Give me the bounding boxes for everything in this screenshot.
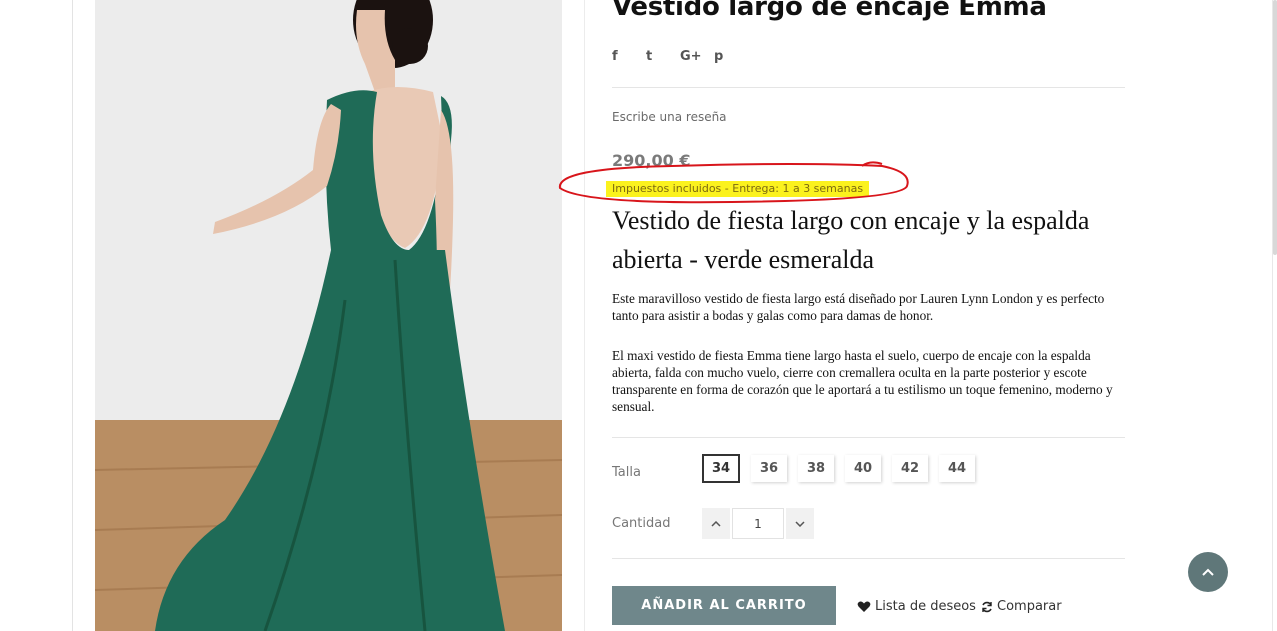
google-plus-icon[interactable]: G+ [680,49,714,64]
divider [612,87,1125,88]
divider [612,437,1125,438]
quantity-decrease-button[interactable] [786,508,814,539]
write-review-link[interactable]: Escribe una reseña [612,110,727,124]
chevron-up-icon [711,520,721,527]
compare-label: Comparar [997,599,1062,614]
size-option-42[interactable]: 42 [892,455,928,482]
wishlist-link[interactable]: Lista de deseos [857,599,976,614]
quantity-stepper [702,508,814,540]
add-to-cart-button[interactable]: AÑADIR AL CARRITO [612,586,836,625]
compare-link[interactable]: Comparar [981,599,1062,614]
size-label: Talla [612,465,641,480]
chevron-up-icon [1202,568,1214,576]
size-option-44[interactable]: 44 [939,455,975,482]
page-frame-left [72,0,73,631]
facebook-icon[interactable]: f [612,49,646,64]
size-option-40[interactable]: 40 [845,455,881,482]
social-share: f t G+ p [612,49,748,64]
divider [612,558,1125,559]
wishlist-label: Lista de deseos [875,599,976,614]
product-image[interactable] [95,0,562,631]
size-option-34[interactable]: 34 [702,454,740,483]
description-paragraph-1: Este maravilloso vestido de fiesta largo… [612,291,1105,323]
pinterest-icon[interactable]: p [714,49,748,64]
size-option-36[interactable]: 36 [751,455,787,482]
size-selector: 34 36 38 40 42 44 [702,454,986,483]
dress-photo [95,0,562,631]
page-scrollbar[interactable] [1273,0,1277,255]
quantity-increase-button[interactable] [702,508,730,539]
twitter-icon[interactable]: t [646,49,680,64]
column-divider [584,0,585,631]
refresh-icon [982,601,992,612]
description-paragraph-2: El maxi vestido de fiesta Emma tiene lar… [612,348,1113,414]
chevron-down-icon [795,520,805,527]
red-annotation-circle [558,161,909,204]
size-option-38[interactable]: 38 [798,455,834,482]
heart-icon [857,601,871,612]
quantity-input[interactable] [732,508,784,539]
back-to-top-button[interactable] [1188,552,1228,592]
product-subtitle: Vestido de fiesta largo con encaje y la … [612,206,1090,274]
product-title: Vestido largo de encaje Emma [612,0,1047,22]
quantity-label: Cantidad [612,516,671,531]
